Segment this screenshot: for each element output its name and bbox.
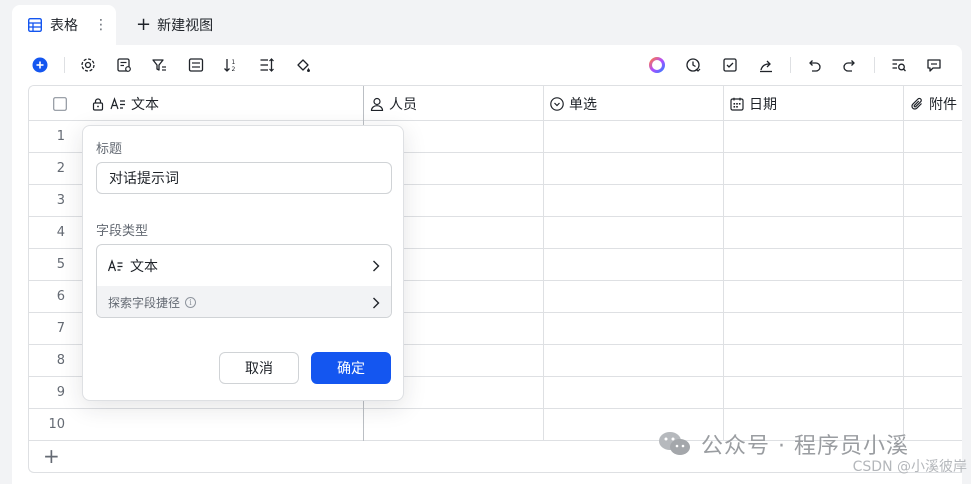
ai-assistant-icon[interactable] [646, 54, 668, 76]
column-header-text[interactable]: 文本 [91, 86, 159, 121]
plus-icon: + [136, 14, 152, 35]
column-divider [723, 86, 724, 441]
column-header-label: 单选 [569, 96, 597, 113]
field-type-option[interactable]: 文本 [97, 245, 391, 286]
row-number: 9 [56, 385, 65, 400]
filter-icon[interactable] [148, 54, 170, 76]
table-view-icon [28, 18, 42, 32]
select-all-checkbox[interactable] [53, 86, 72, 121]
svg-text:2: 2 [232, 66, 236, 73]
grid-header: 文本 人员 单选 日期 附件 [29, 86, 962, 121]
attachment-icon [911, 97, 922, 110]
person-icon [370, 97, 384, 111]
chevron-right-icon [373, 297, 380, 308]
share-icon[interactable] [755, 54, 777, 76]
single-select-icon [550, 96, 564, 111]
row-number: 7 [56, 321, 65, 336]
csdn-watermark: CSDN @小溪彼岸 [852, 459, 967, 475]
row-number: 2 [56, 161, 65, 176]
title-input[interactable]: 对话提示词 [96, 162, 392, 194]
field-type-label: 字段类型 [96, 224, 149, 239]
field-type-selector: 文本 探索字段捷径 i [96, 244, 392, 318]
new-view-button[interactable]: + 新建视图 [116, 5, 213, 45]
automation-icon[interactable] [682, 54, 704, 76]
column-header-label: 人员 [389, 96, 417, 113]
redo-icon[interactable] [839, 54, 861, 76]
row-number: 1 [56, 129, 65, 144]
add-record-icon[interactable] [29, 54, 51, 76]
explore-field-shortcuts[interactable]: 探索字段捷径 i [97, 286, 391, 317]
view-tab-bar: 表格 ⋮ + 新建视图 [12, 5, 213, 45]
field-editor-popup: 标题 对话提示词 字段类型 文本 探索字段捷径 i 取消 确定 [82, 125, 404, 401]
comment-icon[interactable] [923, 54, 945, 76]
search-records-icon[interactable] [888, 54, 910, 76]
undo-icon[interactable] [803, 54, 825, 76]
field-type-value: 文本 [130, 258, 158, 275]
text-icon [110, 96, 125, 109]
sort-icon[interactable]: 12 [220, 54, 242, 76]
column-divider [903, 86, 904, 441]
tab-table[interactable]: 表格 ⋮ [12, 5, 116, 45]
lock-icon [92, 97, 104, 111]
row-number: 3 [56, 193, 65, 208]
column-header-person[interactable]: 人员 [370, 86, 417, 121]
fill-color-icon[interactable] [292, 54, 314, 76]
row-number: 8 [56, 353, 65, 368]
wechat-icon [659, 432, 690, 455]
svg-text:1: 1 [232, 59, 236, 66]
calendar-icon [730, 97, 744, 111]
cancel-button[interactable]: 取消 [219, 352, 299, 384]
column-header-label: 日期 [749, 96, 777, 113]
column-header-label: 文本 [131, 96, 159, 113]
new-view-label: 新建视图 [157, 18, 214, 34]
row-height-icon[interactable] [256, 54, 278, 76]
text-icon [107, 258, 123, 271]
confirm-button[interactable]: 确定 [311, 352, 391, 384]
row-number: 4 [56, 225, 65, 240]
chevron-right-icon [373, 260, 380, 271]
settings-icon[interactable] [77, 54, 99, 76]
group-icon[interactable] [185, 54, 207, 76]
column-header-date[interactable]: 日期 [730, 86, 777, 121]
toolbar: 12 [12, 45, 962, 85]
tab-more-icon[interactable]: ⋮ [94, 17, 108, 33]
title-label: 标题 [96, 142, 123, 157]
column-header-attachment[interactable]: 附件 [910, 86, 957, 121]
add-row-button[interactable]: + [43, 446, 60, 466]
column-header-label: 附件 [929, 96, 957, 113]
tab-table-label: 表格 [50, 18, 78, 34]
field-config-icon[interactable] [113, 54, 135, 76]
explore-label: 探索字段捷径 [108, 296, 181, 310]
task-check-icon[interactable] [719, 54, 741, 76]
row-number: 5 [56, 257, 65, 272]
column-header-single-select[interactable]: 单选 [550, 86, 597, 121]
column-divider [543, 86, 544, 441]
row-number: 6 [56, 289, 65, 304]
info-icon: i [185, 297, 197, 308]
row-number: 10 [48, 417, 65, 432]
